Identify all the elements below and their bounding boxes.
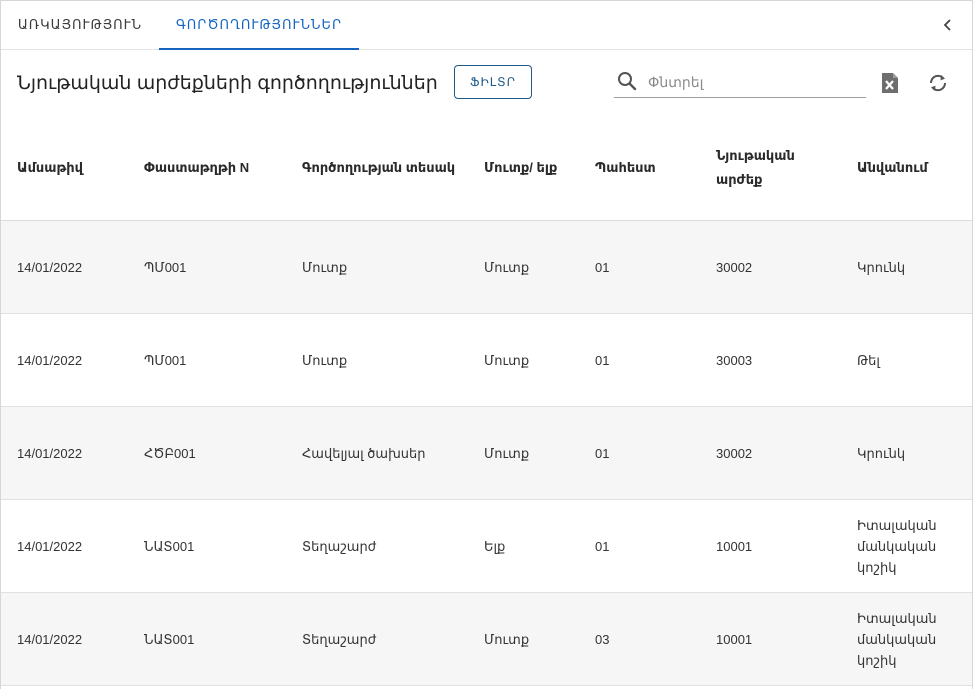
cell-operation-type: Մուտք <box>286 313 468 407</box>
cell-material-value: 30002 <box>700 220 841 314</box>
cell-date: 14/01/2022 <box>1 592 128 686</box>
cell-doc-number: ՆԱՏ001 <box>128 592 286 686</box>
chevron-left-icon[interactable] <box>936 13 960 37</box>
table-row[interactable]: 14/01/2022 ՀԾԲ001 Հավելյալ ծախսեր Մուտք … <box>1 406 972 500</box>
cell-doc-number: ՆԱՏ001 <box>128 499 286 593</box>
cell-warehouse: 03 <box>579 592 700 686</box>
cell-date: 14/01/2022 <box>1 220 128 314</box>
table-row[interactable]: 14/01/2022 ՆԱՏ001 Տեղաշարժ Մուտք 03 1000… <box>1 592 972 686</box>
cell-warehouse: 01 <box>579 406 700 500</box>
cell-warehouse: 01 <box>579 499 700 593</box>
cell-operation-type: Մուտք <box>286 220 468 314</box>
cell-name: Կրունկ <box>841 406 972 500</box>
filter-button[interactable]: ՖԻԼՏՐ <box>454 65 532 99</box>
cell-warehouse: 01 <box>579 220 700 314</box>
page-title: Նյութական արժեքների գործողություններ <box>17 73 438 94</box>
cell-warehouse: 01 <box>579 313 700 407</box>
table-row[interactable]: 14/01/2022 ՊՄ001 Մուտք Մուտք 01 30002 Կր… <box>1 220 972 314</box>
search-field <box>614 66 866 98</box>
column-header-material-value[interactable]: Նյութական արժեք <box>700 116 841 221</box>
refresh-icon[interactable] <box>926 71 950 95</box>
search-icon <box>616 70 638 97</box>
column-header-in-out[interactable]: Մուտք/ ելք <box>468 116 579 221</box>
column-header-date[interactable]: Ամսաթիվ <box>1 116 128 221</box>
toolbar: Նյութական արժեքների գործողություններ ՖԻԼ… <box>1 50 972 116</box>
tab-operations[interactable]: ԳՈՐԾՈՂՈՒԹՅՈՒՆՆԵՐ <box>159 1 359 49</box>
cell-in-out: Մուտք <box>468 220 579 314</box>
cell-name: Կրունկ <box>841 220 972 314</box>
cell-name: Իտալական մանկական կոշիկ <box>841 592 972 686</box>
column-header-operation-type[interactable]: Գործողության տեսակ <box>286 116 468 221</box>
cell-material-value: 10001 <box>700 499 841 593</box>
cell-in-out: Ելք <box>468 499 579 593</box>
cell-date: 14/01/2022 <box>1 499 128 593</box>
tab-availability[interactable]: ԱՌԿԱՅՈՒԹՅՈՒՆ <box>1 1 159 49</box>
app-frame: ԱՌԿԱՅՈՒԹՅՈՒՆ ԳՈՐԾՈՂՈՒԹՅՈՒՆՆԵՐ Նյութական … <box>0 0 973 689</box>
cell-in-out: Մուտք <box>468 406 579 500</box>
cell-material-value: 30003 <box>700 313 841 407</box>
cell-operation-type: Հավելյալ ծախսեր <box>286 406 468 500</box>
cell-doc-number: ՊՄ001 <box>128 313 286 407</box>
cell-operation-type: Տեղաշարժ <box>286 592 468 686</box>
cell-doc-number: ՀԾԲ001 <box>128 406 286 500</box>
excel-export-icon[interactable] <box>878 71 902 95</box>
tab-bar: ԱՌԿԱՅՈՒԹՅՈՒՆ ԳՈՐԾՈՂՈՒԹՅՈՒՆՆԵՐ <box>1 1 972 50</box>
table-row[interactable]: 14/01/2022 ՊՄ001 Մուտք Մուտք 01 30003 Թե… <box>1 313 972 407</box>
cell-name: Թել <box>841 313 972 407</box>
cell-operation-type: Տեղաշարժ <box>286 499 468 593</box>
operations-table: Ամսաթիվ Փաստաթղթի N Գործողության տեսակ Մ… <box>1 116 972 686</box>
column-header-doc-number[interactable]: Փաստաթղթի N <box>128 116 286 221</box>
table-header-row: Ամսաթիվ Փաստաթղթի N Գործողության տեսակ Մ… <box>1 116 972 221</box>
column-header-name[interactable]: Անվանում <box>841 116 972 221</box>
cell-in-out: Մուտք <box>468 592 579 686</box>
cell-material-value: 10001 <box>700 592 841 686</box>
cell-date: 14/01/2022 <box>1 406 128 500</box>
table-row[interactable]: 14/01/2022 ՆԱՏ001 Տեղաշարժ Ելք 01 10001 … <box>1 499 972 593</box>
cell-date: 14/01/2022 <box>1 313 128 407</box>
column-header-warehouse[interactable]: Պահեստ <box>579 116 700 221</box>
search-input[interactable] <box>646 70 865 94</box>
cell-material-value: 30002 <box>700 406 841 500</box>
cell-name: Իտալական մանկական կոշիկ <box>841 499 972 593</box>
cell-doc-number: ՊՄ001 <box>128 220 286 314</box>
cell-in-out: Մուտք <box>468 313 579 407</box>
